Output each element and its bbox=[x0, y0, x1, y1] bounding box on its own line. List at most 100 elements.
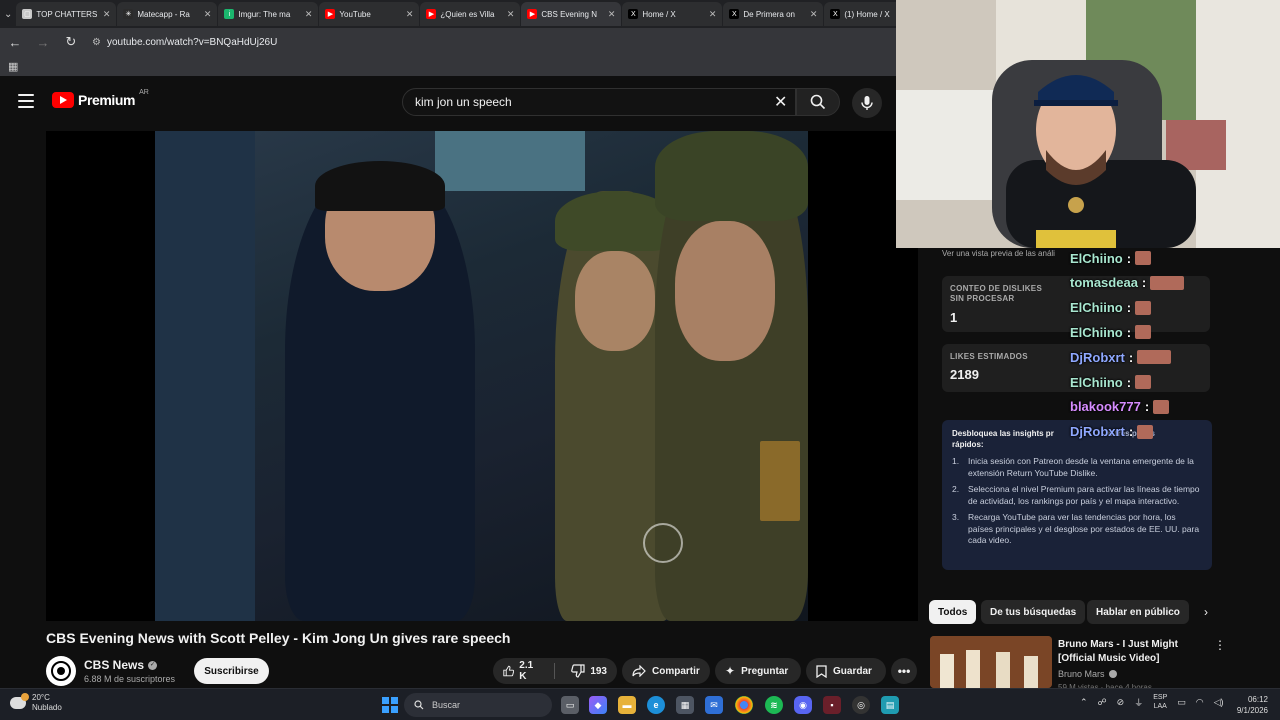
chevron-right-icon[interactable]: › bbox=[1196, 600, 1216, 624]
tab-close-icon[interactable]: ✕ bbox=[608, 9, 616, 20]
copilot-icon[interactable]: ◆ bbox=[589, 696, 607, 714]
forward-arrow-icon[interactable]: → bbox=[36, 35, 50, 50]
time: 06:12 bbox=[1247, 695, 1268, 704]
subscriber-count: 6.88 M de suscriptores bbox=[84, 674, 176, 684]
browser-tab[interactable]: ▶ CBS Evening N ✕ bbox=[521, 2, 622, 26]
chat-emote-icon bbox=[1137, 424, 1154, 439]
file-explorer-icon[interactable]: ▬ bbox=[618, 696, 636, 714]
youtube-play-logo-icon bbox=[52, 92, 74, 108]
youtube-premium-logo[interactable]: Premium AR bbox=[52, 88, 149, 108]
browser-tab[interactable]: ▶ ¿Quien es Villa ✕ bbox=[420, 2, 521, 26]
step-text: Inicia sesión con Patreon desde la venta… bbox=[968, 456, 1194, 478]
chat-emote-icon bbox=[1153, 399, 1170, 414]
chat-username: ElChiino bbox=[1070, 300, 1123, 316]
search-input[interactable] bbox=[415, 95, 755, 109]
channel-name[interactable]: CBS News ✓ bbox=[84, 658, 158, 672]
tab-title: TOP CHATTERS bbox=[36, 9, 98, 19]
tab-close-icon[interactable]: ✕ bbox=[810, 9, 818, 20]
thumbnail-scene bbox=[930, 636, 1052, 688]
obs-icon[interactable]: ◎ bbox=[852, 696, 870, 714]
tab-close-icon[interactable]: ✕ bbox=[305, 9, 313, 20]
browser-tab[interactable]: i Imgur: The ma ✕ bbox=[218, 2, 319, 26]
weather-widget[interactable]: 20°C Nublado bbox=[10, 693, 62, 713]
tab-search-chevron-icon[interactable]: ⌄ bbox=[4, 4, 12, 24]
address-bar[interactable]: ⚙ youtube.com/watch?v=BNQaHdUj26U bbox=[92, 37, 277, 48]
insights-steps: 1. Inicia sesión con Patreon desde la ven… bbox=[952, 456, 1202, 547]
channel-name-text: CBS News bbox=[84, 658, 145, 672]
search-button[interactable] bbox=[796, 88, 840, 116]
date: 9/1/2026 bbox=[1236, 706, 1268, 715]
chip-public-speaking[interactable]: Hablar en público bbox=[1087, 600, 1189, 624]
chrome-icon[interactable] bbox=[735, 696, 753, 714]
like-dislike-group: 2.1 K 193 bbox=[493, 658, 617, 684]
apps-grid-icon[interactable]: ▦ bbox=[8, 60, 18, 73]
insights-step: 3. Recarga YouTube para ver las tendencia… bbox=[952, 512, 1202, 547]
insights-heading-start: Desbloquea las insights pr bbox=[952, 429, 1054, 438]
display-icon[interactable]: ▭ bbox=[1177, 697, 1186, 708]
region-code: AR bbox=[139, 88, 149, 96]
tab-title: Matecapp - Ra bbox=[137, 9, 190, 19]
subscribe-button[interactable]: Suscribirse bbox=[194, 658, 269, 684]
language-indicator[interactable]: ESP LAA bbox=[1153, 693, 1167, 711]
browser-tab-strip: ⌄ ▢ TOP CHATTERS ✕ ✳ Matecapp - Ra ✕ i Imgur: T… bbox=[0, 0, 925, 28]
like-button[interactable]: 2.1 K bbox=[493, 658, 548, 684]
network-icon[interactable]: ☍ bbox=[1098, 697, 1107, 708]
dislike-count: 193 bbox=[590, 665, 607, 677]
wifi-icon[interactable]: ◠ bbox=[1196, 697, 1204, 708]
chip-todos[interactable]: Todos bbox=[929, 600, 977, 624]
site-info-icon[interactable]: ⚙ bbox=[92, 37, 101, 48]
like-count: 2.1 K bbox=[519, 660, 534, 682]
tab-favicon-icon: ▶ bbox=[325, 9, 336, 19]
browser-tab[interactable]: X Home / X ✕ bbox=[622, 2, 723, 26]
tab-close-icon[interactable]: ✕ bbox=[507, 9, 515, 20]
clear-search-icon[interactable]: ✕ bbox=[774, 92, 787, 112]
weather-cloud-icon bbox=[10, 693, 29, 709]
browser-tab[interactable]: ✳ Matecapp - Ra ✕ bbox=[117, 2, 218, 26]
back-arrow-icon[interactable]: ← bbox=[8, 35, 22, 50]
app-icon[interactable]: ▪ bbox=[823, 696, 841, 714]
discord-icon[interactable]: ◉ bbox=[794, 696, 812, 714]
tab-close-icon[interactable]: ✕ bbox=[709, 9, 717, 20]
search-icon bbox=[414, 700, 424, 710]
dislike-button[interactable]: 193 bbox=[561, 658, 617, 684]
chat-username: ElChiino bbox=[1070, 250, 1123, 266]
search-icon bbox=[810, 94, 826, 110]
tab-close-icon[interactable]: ✕ bbox=[204, 9, 212, 20]
taskbar-search[interactable]: Buscar bbox=[404, 693, 552, 717]
browser-tab[interactable]: X De Primera on ✕ bbox=[723, 2, 824, 26]
temperature: 20°C bbox=[32, 693, 50, 702]
browser-tab[interactable]: ▢ TOP CHATTERS ✕ bbox=[16, 2, 117, 26]
browser-tab[interactable]: ▶ YouTube ✕ bbox=[319, 2, 420, 26]
task-view-icon[interactable]: ▭ bbox=[561, 696, 579, 714]
mail-icon[interactable]: ✉ bbox=[705, 696, 723, 714]
more-actions-button[interactable]: ••• bbox=[891, 658, 917, 684]
usb-icon[interactable]: ⏚ bbox=[1134, 696, 1143, 709]
tab-close-icon[interactable]: ✕ bbox=[406, 9, 414, 20]
reload-icon[interactable]: ↻ bbox=[64, 34, 78, 50]
tab-close-icon[interactable]: ✕ bbox=[103, 9, 111, 20]
notes-icon[interactable]: ▤ bbox=[881, 696, 899, 714]
share-button[interactable]: Compartir bbox=[622, 658, 710, 684]
taskbar-clock[interactable]: 06:12 9/1/2026 bbox=[1222, 694, 1268, 716]
channel-avatar[interactable] bbox=[46, 656, 76, 686]
chevron-up-icon[interactable]: ⌃ bbox=[1080, 697, 1088, 708]
ask-button[interactable]: ✦ Preguntar bbox=[715, 658, 801, 684]
save-button[interactable]: Guardar bbox=[806, 658, 886, 684]
recommendation-title[interactable]: Bruno Mars - I Just Might [Official Musi… bbox=[1058, 638, 1208, 666]
video-player[interactable] bbox=[46, 131, 918, 621]
edge-icon[interactable]: e bbox=[647, 696, 665, 714]
voice-search-button[interactable] bbox=[852, 88, 882, 118]
kebab-menu-icon[interactable]: ⋮ bbox=[1214, 638, 1226, 652]
spotify-icon[interactable]: ≋ bbox=[765, 696, 783, 714]
mute-icon[interactable]: ⊘ bbox=[1117, 697, 1125, 708]
menu-icon[interactable] bbox=[18, 94, 34, 108]
tab-favicon-icon: X bbox=[830, 9, 841, 19]
store-icon[interactable]: ▦ bbox=[676, 696, 694, 714]
chip-from-searches[interactable]: De tus búsquedas bbox=[981, 600, 1086, 624]
recommendation-channel[interactable]: Bruno Mars bbox=[1058, 669, 1117, 679]
taskbar-search-label: Buscar bbox=[432, 700, 461, 710]
recommendation-thumbnail[interactable] bbox=[930, 636, 1052, 688]
windows-start-icon[interactable] bbox=[382, 697, 398, 713]
chat-username: tomasdeaa bbox=[1070, 275, 1138, 291]
officer-2-cap bbox=[655, 131, 808, 221]
